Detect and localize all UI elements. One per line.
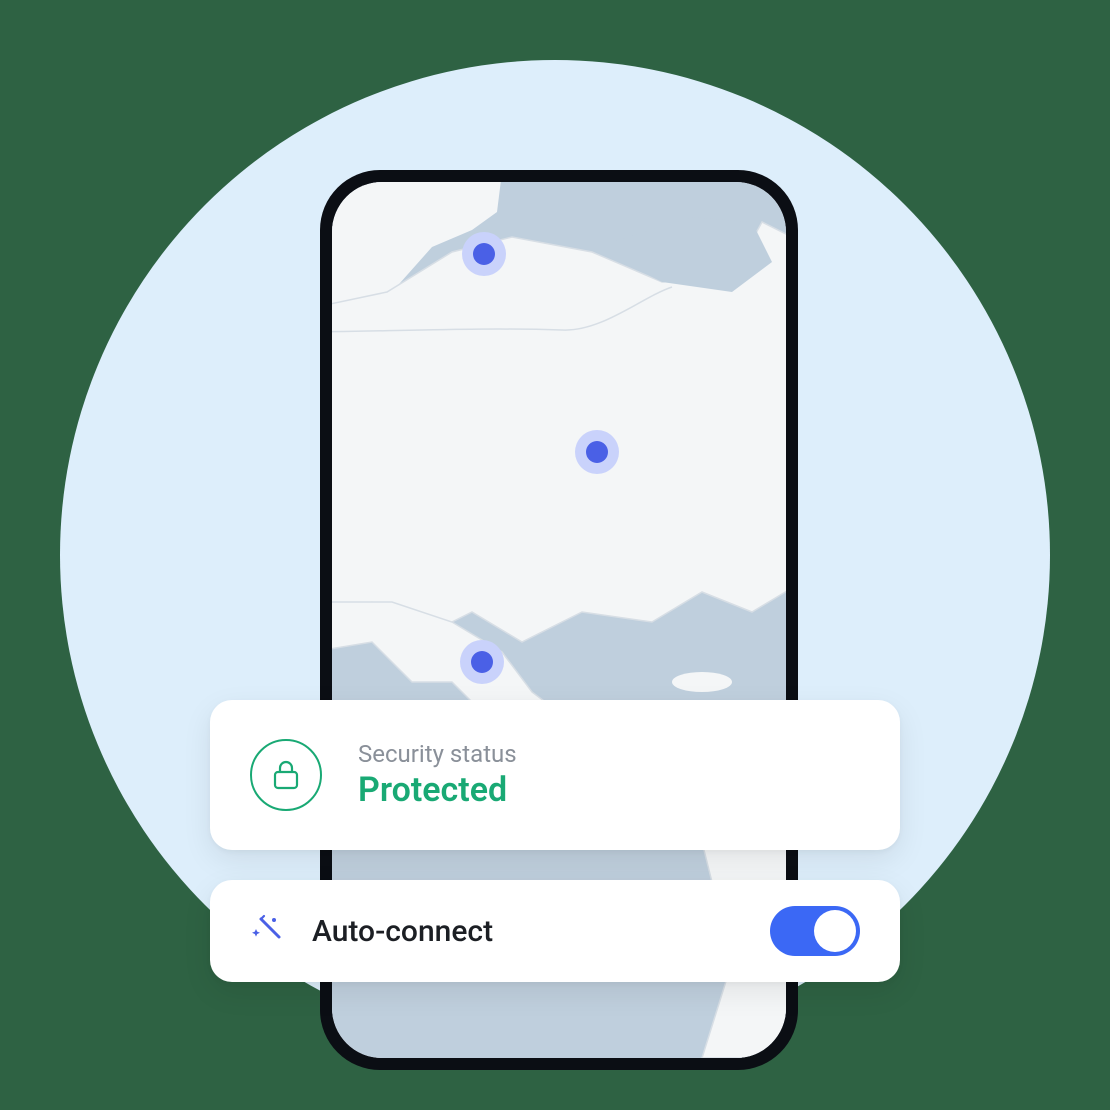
lock-icon bbox=[250, 739, 322, 811]
toggle-knob bbox=[814, 910, 856, 952]
map-marker[interactable] bbox=[575, 430, 619, 474]
map-marker[interactable] bbox=[460, 640, 504, 684]
map-marker[interactable] bbox=[462, 232, 506, 276]
status-label: Security status bbox=[358, 740, 517, 768]
auto-connect-card[interactable]: Auto-connect bbox=[210, 880, 900, 982]
status-text: Security status Protected bbox=[358, 740, 517, 810]
security-status-card[interactable]: Security status Protected bbox=[210, 700, 900, 850]
auto-connect-label: Auto-connect bbox=[312, 914, 742, 949]
wand-icon bbox=[250, 912, 284, 950]
auto-connect-toggle[interactable] bbox=[770, 906, 860, 956]
status-value: Protected bbox=[358, 770, 517, 810]
